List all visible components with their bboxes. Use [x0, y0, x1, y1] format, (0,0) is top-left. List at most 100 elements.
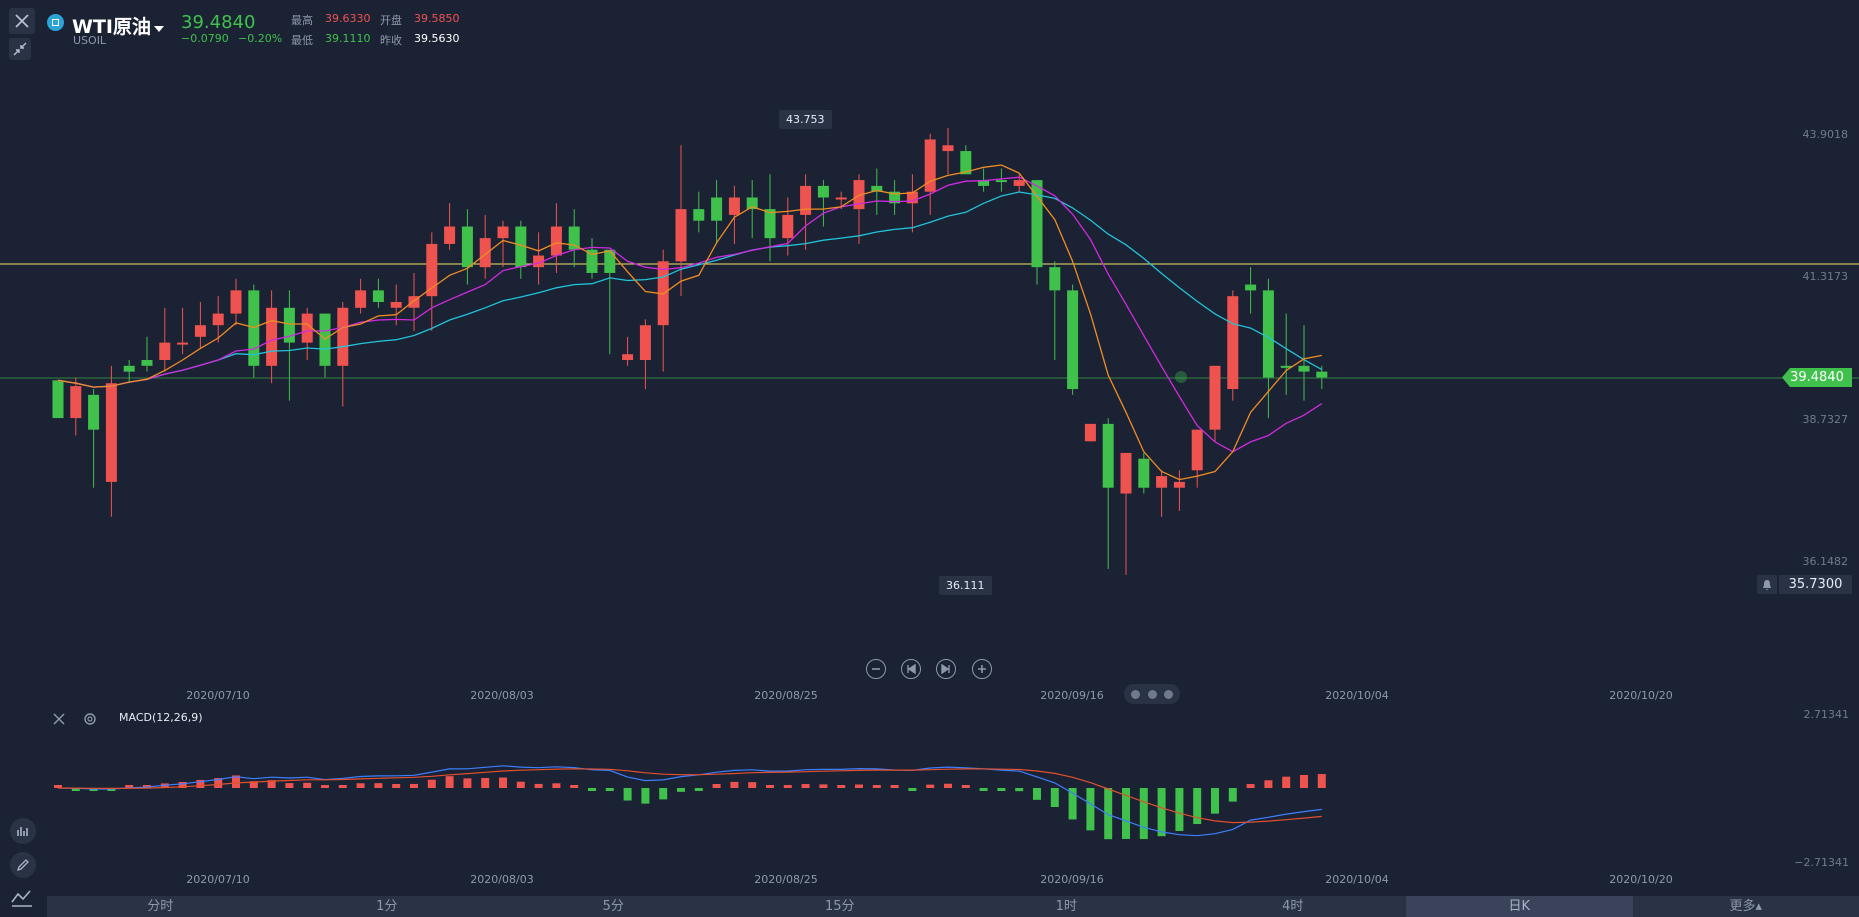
ma-slow-line [57, 191, 1323, 388]
candle-body[interactable] [461, 226, 473, 268]
candle-body[interactable] [568, 226, 580, 250]
macd-histogram-bar [1175, 788, 1184, 832]
candle-body[interactable] [1173, 481, 1185, 488]
candle-body[interactable] [194, 325, 206, 337]
candle-body[interactable] [1298, 365, 1310, 372]
macd-histogram-bar [1104, 788, 1113, 840]
candle-body[interactable] [835, 197, 847, 200]
macd-histogram-bar [730, 781, 739, 788]
candle-body[interactable] [497, 226, 509, 239]
candle-body[interactable] [675, 209, 687, 262]
candle-body[interactable] [52, 380, 64, 419]
date-axis-label: 2020/10/20 [1609, 689, 1673, 702]
date-axis-label: 2020/08/03 [470, 873, 534, 886]
zoom-out-button[interactable] [866, 659, 886, 679]
candle-body[interactable] [1262, 290, 1274, 378]
macd-histogram-bar [410, 783, 418, 788]
candle-body[interactable] [1156, 476, 1168, 488]
candle-body[interactable] [1316, 371, 1328, 378]
candle-body[interactable] [70, 386, 82, 419]
ma-mid-line [57, 176, 1323, 453]
candle-body[interactable] [177, 342, 189, 345]
candle-body[interactable] [266, 307, 278, 366]
indicator-tool-button[interactable] [10, 818, 36, 844]
candle-body[interactable] [1031, 180, 1043, 268]
candle-body[interactable] [995, 180, 1007, 183]
candle-body[interactable] [159, 342, 171, 361]
period-tab[interactable]: 15分 [727, 896, 954, 917]
candle-body[interactable] [693, 209, 705, 221]
candle-body[interactable] [105, 383, 117, 482]
candle-body[interactable] [88, 394, 100, 430]
candle-body[interactable] [1120, 452, 1132, 494]
period-tab[interactable]: 1时 [953, 896, 1180, 917]
candle-body[interactable] [372, 290, 384, 302]
candle-body[interactable] [711, 197, 723, 221]
macd-histogram-bar [641, 788, 650, 804]
period-tab[interactable]: 分时 [47, 896, 274, 917]
period-tab[interactable]: 5分 [500, 896, 727, 917]
candle-body[interactable] [1013, 180, 1025, 186]
candle-body[interactable] [1209, 365, 1221, 430]
close-indicator-button[interactable] [52, 711, 66, 730]
date-axis-label: 2020/09/16 [1040, 689, 1104, 702]
candle-body[interactable] [444, 226, 456, 244]
draw-tool-button[interactable] [10, 852, 36, 878]
candle-body[interactable] [604, 249, 616, 273]
jump-start-button[interactable] [901, 659, 921, 679]
macd-histogram-bar [872, 785, 881, 788]
candle-body[interactable] [782, 214, 794, 239]
indicator-settings-button[interactable] [83, 711, 97, 730]
candle-body[interactable] [1245, 284, 1257, 291]
candle-body[interactable] [1227, 296, 1239, 390]
candle-body[interactable] [622, 354, 634, 361]
date-axis-label: 2020/08/03 [470, 689, 534, 702]
macd-histogram-bar [1086, 788, 1095, 831]
candle-body[interactable] [1138, 458, 1150, 488]
macd-histogram-bar [944, 783, 952, 788]
candle-body[interactable] [817, 185, 829, 198]
candle-body[interactable] [728, 197, 740, 215]
macd-histogram-bar [890, 785, 899, 788]
period-tab-active[interactable]: 日K [1406, 896, 1633, 917]
date-axis-label: 2020/07/10 [186, 689, 250, 702]
candle-body[interactable] [942, 145, 954, 152]
alert-price[interactable]: 35.7300 [1779, 575, 1852, 594]
macd-histogram-bar [1264, 780, 1273, 788]
jump-end-button[interactable] [936, 659, 956, 679]
candle-body[interactable] [639, 325, 651, 361]
candle-body[interactable] [800, 185, 812, 215]
pane-resize-handle[interactable] [1124, 684, 1180, 704]
period-more[interactable]: 更多▴ [1633, 896, 1859, 917]
date-axis-label: 2020/10/20 [1609, 873, 1673, 886]
candle-body[interactable] [141, 360, 153, 366]
date-axis-label: 2020/08/25 [754, 873, 818, 886]
candle-body[interactable] [355, 290, 367, 308]
skip-back-icon [907, 664, 916, 674]
candle-body[interactable] [1084, 423, 1096, 442]
macd-histogram-bar [285, 783, 294, 788]
candle-body[interactable] [390, 301, 402, 308]
price-chart[interactable] [0, 0, 1859, 917]
period-tab[interactable]: 1分 [274, 896, 501, 917]
candle-body[interactable] [764, 209, 776, 239]
macd-histogram-bar [1033, 788, 1041, 800]
candle-body[interactable] [212, 313, 224, 326]
candle-body[interactable] [479, 238, 491, 268]
candle-body[interactable] [337, 307, 349, 366]
candle-body[interactable] [1102, 423, 1114, 488]
date-axis-label: 2020/07/10 [186, 873, 250, 886]
candle-body[interactable] [230, 290, 242, 314]
candle-body[interactable] [1049, 267, 1061, 291]
zoom-in-button[interactable] [972, 659, 992, 679]
candle-body[interactable] [123, 365, 135, 372]
candle-body[interactable] [1067, 290, 1079, 390]
bell-icon[interactable] [1757, 575, 1777, 594]
period-tab[interactable]: 4时 [1180, 896, 1407, 917]
macd-histogram-bar [552, 783, 561, 788]
macd-histogram-bar [1246, 784, 1255, 788]
candle-body[interactable] [1191, 429, 1203, 471]
trend-tool-button[interactable] [10, 888, 34, 912]
candle-body[interactable] [550, 226, 562, 256]
macd-histogram-bar [766, 785, 774, 788]
